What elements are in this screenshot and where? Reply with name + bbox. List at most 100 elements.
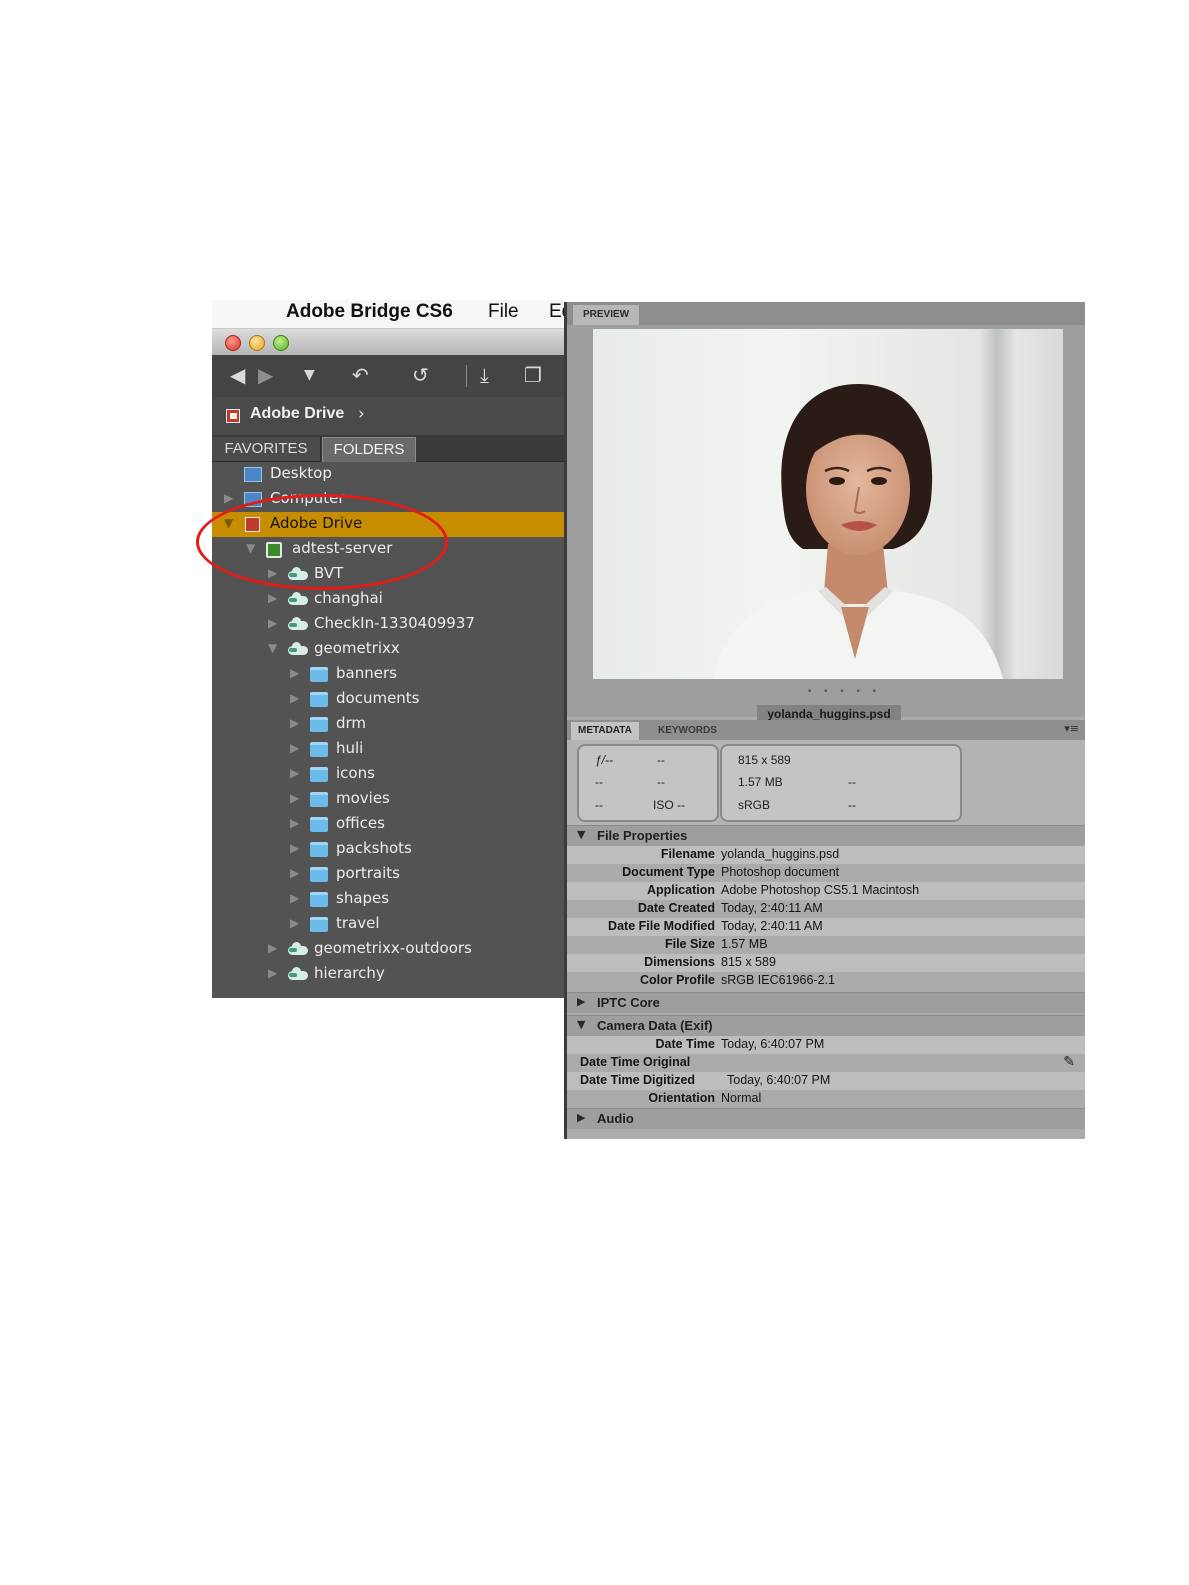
metadata-row: Document Type Photoshop document <box>567 864 1085 882</box>
tree-item-huli[interactable]: ▶ huli <box>212 737 564 762</box>
tree-item-offices[interactable]: ▶ offices <box>212 812 564 837</box>
menu-bar: Adobe Bridge CS6 File Ed <box>212 300 564 329</box>
recent-dropdown-icon[interactable]: ▼ <box>304 363 315 387</box>
section-camera-data[interactable]: ▼ Camera Data (Exif) <box>567 1015 1085 1036</box>
breadcrumb-adobe-drive[interactable]: Adobe Drive <box>250 405 344 423</box>
summary-value: -- <box>848 775 856 789</box>
edit-menu[interactable]: Ed <box>549 301 564 323</box>
get-photos-from-camera-icon[interactable]: ⤓ <box>480 363 489 387</box>
folder-icon <box>310 817 328 832</box>
minimize-window-button[interactable] <box>249 335 265 351</box>
tab-folders[interactable]: FOLDERS <box>322 437 416 462</box>
expand-triangle-icon[interactable]: ▶ <box>290 816 299 830</box>
tree-item-drm[interactable]: ▶ drm <box>212 712 564 737</box>
app-menu[interactable]: Adobe Bridge CS6 <box>286 301 453 323</box>
tree-item-documents[interactable]: ▶ documents <box>212 687 564 712</box>
section-audio[interactable]: ▶ Audio <box>567 1108 1085 1129</box>
tree-item-label: movies <box>336 789 390 807</box>
tree-item-movies[interactable]: ▶ movies <box>212 787 564 812</box>
metadata-row: File Size 1.57 MB <box>567 936 1085 954</box>
metadata-key: Date Created <box>637 901 715 915</box>
section-iptc-core[interactable]: ▶ IPTC Core <box>567 992 1085 1013</box>
expand-triangle-icon[interactable]: ▶ <box>577 995 585 1008</box>
tree-item-hierarchy[interactable]: ▶ hierarchy <box>212 962 564 987</box>
tree-item-label: packshots <box>336 839 412 857</box>
tab-metadata[interactable]: METADATA <box>571 722 639 740</box>
toolbar-divider <box>466 365 467 387</box>
metadata-key: File Size <box>664 937 715 951</box>
tab-keywords[interactable]: KEYWORDS <box>651 722 724 740</box>
tree-item-geometrixx[interactable]: ▼ geometrixx <box>212 637 564 662</box>
collapse-triangle-icon[interactable]: ▼ <box>268 641 277 655</box>
expand-triangle-icon[interactable]: ▶ <box>290 766 299 780</box>
summary-value: -- <box>595 775 603 789</box>
collapse-triangle-icon[interactable]: ▼ <box>577 828 585 841</box>
path-bar: Adobe Drive › <box>212 397 564 435</box>
back-arrow-icon[interactable]: ◀ <box>230 363 245 387</box>
expand-triangle-icon[interactable]: ▶ <box>268 966 277 980</box>
tree-item-changhai[interactable]: ▶ changhai <box>212 587 564 612</box>
return-to-app-icon[interactable]: ↶ <box>352 363 369 387</box>
file-menu[interactable]: File <box>488 301 519 323</box>
expand-triangle-icon[interactable]: ▶ <box>224 491 233 505</box>
expand-triangle-icon[interactable]: ▶ <box>290 866 299 880</box>
tree-item-icons[interactable]: ▶ icons <box>212 762 564 787</box>
expand-triangle-icon[interactable]: ▶ <box>290 916 299 930</box>
expand-triangle-icon[interactable]: ▶ <box>290 716 299 730</box>
collapse-triangle-icon[interactable]: ▼ <box>577 1018 585 1031</box>
expand-triangle-icon[interactable]: ▶ <box>577 1111 585 1124</box>
metadata-row: Application Adobe Photoshop CS5.1 Macinto… <box>567 882 1085 900</box>
panel-resize-grip[interactable]: • • • • • <box>807 687 881 697</box>
section-file-properties[interactable]: ▼ File Properties <box>567 825 1085 846</box>
color-profile-value: sRGB <box>738 798 771 812</box>
chevron-right-icon[interactable]: › <box>358 404 365 424</box>
tree-item-label: changhai <box>314 589 383 607</box>
panel-menu-icon[interactable]: ▾≡ <box>1064 722 1079 735</box>
forward-arrow-icon[interactable]: ▶ <box>258 363 273 387</box>
metadata-key: Dimensions <box>644 955 715 969</box>
expand-triangle-icon[interactable]: ▶ <box>268 591 277 605</box>
tab-preview[interactable]: PREVIEW <box>573 305 640 325</box>
metadata-value: Photoshop document <box>721 865 840 879</box>
tree-item-desktop[interactable]: Desktop <box>212 462 564 487</box>
expand-triangle-icon[interactable]: ▶ <box>290 891 299 905</box>
tree-item-travel[interactable]: ▶ travel <box>212 912 564 937</box>
metadata-panel-header: METADATA KEYWORDS ▾≡ <box>567 720 1085 740</box>
metadata-value[interactable]: yolanda_huggins.psd <box>721 847 839 861</box>
expand-triangle-icon[interactable]: ▶ <box>268 616 277 630</box>
tree-item-banners[interactable]: ▶ banners <box>212 662 564 687</box>
tree-item-label: banners <box>336 664 397 682</box>
metadata-row: Orientation Normal <box>567 1090 1085 1108</box>
rotate-icon[interactable]: ↺ <box>412 363 429 387</box>
preview-image[interactable] <box>593 329 1063 679</box>
folder-icon <box>310 742 328 757</box>
expand-triangle-icon[interactable]: ▶ <box>290 791 299 805</box>
tree-item-checkin[interactable]: ▶ CheckIn-1330409937 <box>212 612 564 637</box>
copy-icon[interactable]: ❐ <box>524 363 542 387</box>
tree-item-portraits[interactable]: ▶ portraits <box>212 862 564 887</box>
tree-item-geometrixx-outdoors[interactable]: ▶ geometrixx-outdoors <box>212 937 564 962</box>
cloud-folder-icon <box>288 642 308 655</box>
window-titlebar <box>212 329 564 355</box>
tab-favorites[interactable]: FAVORITES <box>212 437 321 461</box>
expand-triangle-icon[interactable]: ▶ <box>290 666 299 680</box>
close-window-button[interactable] <box>225 335 241 351</box>
preview-metadata-panel: PREVIEW • • • • • yolanda_huggins.psd ME… <box>564 302 1085 1139</box>
expand-triangle-icon[interactable]: ▶ <box>290 741 299 755</box>
expand-triangle-icon[interactable]: ▶ <box>268 941 277 955</box>
tree-item-packshots[interactable]: ▶ packshots <box>212 837 564 862</box>
section-title: Audio <box>597 1111 634 1126</box>
tree-item-label: icons <box>336 764 375 782</box>
tree-item-label: huli <box>336 739 364 757</box>
camera-data-list: Date Time Today, 6:40:07 PM Date Time Ori… <box>567 1036 1085 1110</box>
pencil-icon[interactable]: ✎ <box>1063 1054 1075 1070</box>
metadata-key: Date File Modified <box>608 919 715 933</box>
expand-triangle-icon[interactable]: ▶ <box>290 841 299 855</box>
tree-item-shapes[interactable]: ▶ shapes <box>212 887 564 912</box>
tree-item-label: drm <box>336 714 367 732</box>
metadata-value: Today, 6:40:07 PM <box>721 1037 825 1051</box>
metadata-row: Dimensions 815 x 589 <box>567 954 1085 972</box>
expand-triangle-icon[interactable]: ▶ <box>290 691 299 705</box>
zoom-window-button[interactable] <box>273 335 289 351</box>
folder-icon <box>310 717 328 732</box>
